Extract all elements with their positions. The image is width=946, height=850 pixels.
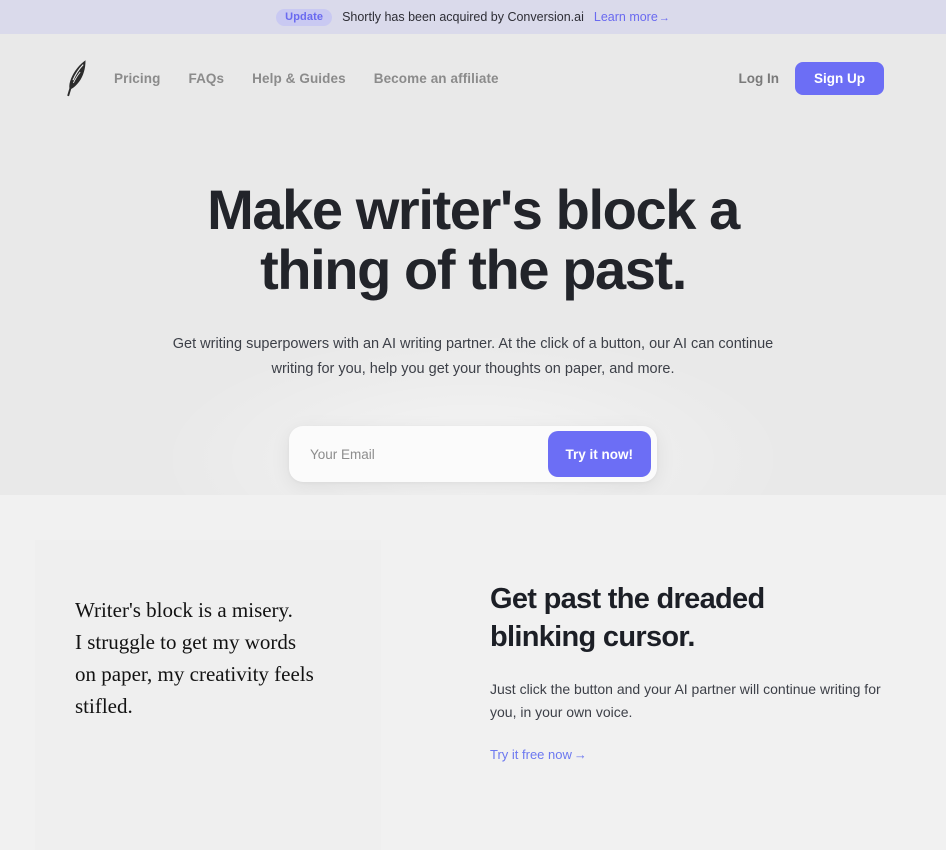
nav-link-faqs[interactable]: FAQs: [188, 71, 224, 86]
try-it-free-now-link[interactable]: Try it free now →: [490, 747, 587, 762]
feature-title-line-1: Get past the dreaded: [490, 583, 765, 615]
nav-link-help-guides[interactable]: Help & Guides: [252, 71, 346, 86]
feature-body-text: Just click the button and your AI partne…: [490, 681, 881, 720]
quote-line-4: stifled.: [75, 694, 133, 718]
page-title: Make writer's block a thing of the past.: [0, 180, 946, 300]
sign-up-button[interactable]: Sign Up: [795, 61, 884, 95]
hero-section: Pricing FAQs Help & Guides Become an aff…: [0, 34, 946, 495]
feature-copy: Get past the dreaded blinking cursor. Ju…: [490, 580, 900, 764]
nav-link-pricing[interactable]: Pricing: [114, 71, 160, 86]
announcement-link-label: Learn more: [593, 10, 658, 24]
quote-line-3: on paper, my creativity feels: [75, 662, 314, 686]
try-it-now-button[interactable]: Try it now!: [547, 431, 651, 477]
quote-line-2: I struggle to get my words: [75, 630, 297, 654]
email-signup-form: Try it now!: [289, 426, 657, 482]
announcement-banner: Update Shortly has been acquired by Conv…: [0, 0, 946, 34]
feature-section: Writer's block is a misery. I struggle t…: [0, 495, 946, 850]
announcement-text: Shortly has been acquired by Conversion.…: [342, 10, 584, 24]
nav-links: Pricing FAQs Help & Guides Become an aff…: [114, 71, 499, 86]
arrow-right-icon: →: [658, 12, 670, 24]
hero-signup-form-wrapper: Try it now!: [0, 426, 946, 482]
feather-quill-icon[interactable]: [62, 57, 92, 99]
quote-card: Writer's block is a misery. I struggle t…: [35, 540, 381, 850]
log-in-link[interactable]: Log In: [739, 71, 780, 86]
hero-title-line-1: Make writer's block a: [207, 178, 740, 241]
hero-title-line-2: thing of the past.: [260, 238, 687, 301]
arrow-right-icon: →: [573, 747, 587, 762]
main-navigation: Pricing FAQs Help & Guides Become an aff…: [0, 34, 946, 108]
feature-title-line-2: blinking cursor.: [490, 621, 695, 653]
feature-title: Get past the dreaded blinking cursor.: [490, 580, 900, 656]
nav-actions: Log In Sign Up: [739, 61, 884, 95]
feature-link-label: Try it free now: [490, 747, 572, 762]
quote-line-1: Writer's block is a misery.: [75, 598, 293, 622]
quote-text: Writer's block is a misery. I struggle t…: [75, 594, 343, 722]
hero-content: Make writer's block a thing of the past.…: [0, 180, 946, 482]
announcement-badge: Update: [276, 8, 333, 26]
nav-link-become-an-affiliate[interactable]: Become an affiliate: [374, 71, 499, 86]
hero-subtitle: Get writing superpowers with an AI writi…: [172, 336, 774, 377]
announcement-learn-more-link[interactable]: Learn more→: [594, 10, 670, 24]
email-input[interactable]: [289, 446, 548, 462]
